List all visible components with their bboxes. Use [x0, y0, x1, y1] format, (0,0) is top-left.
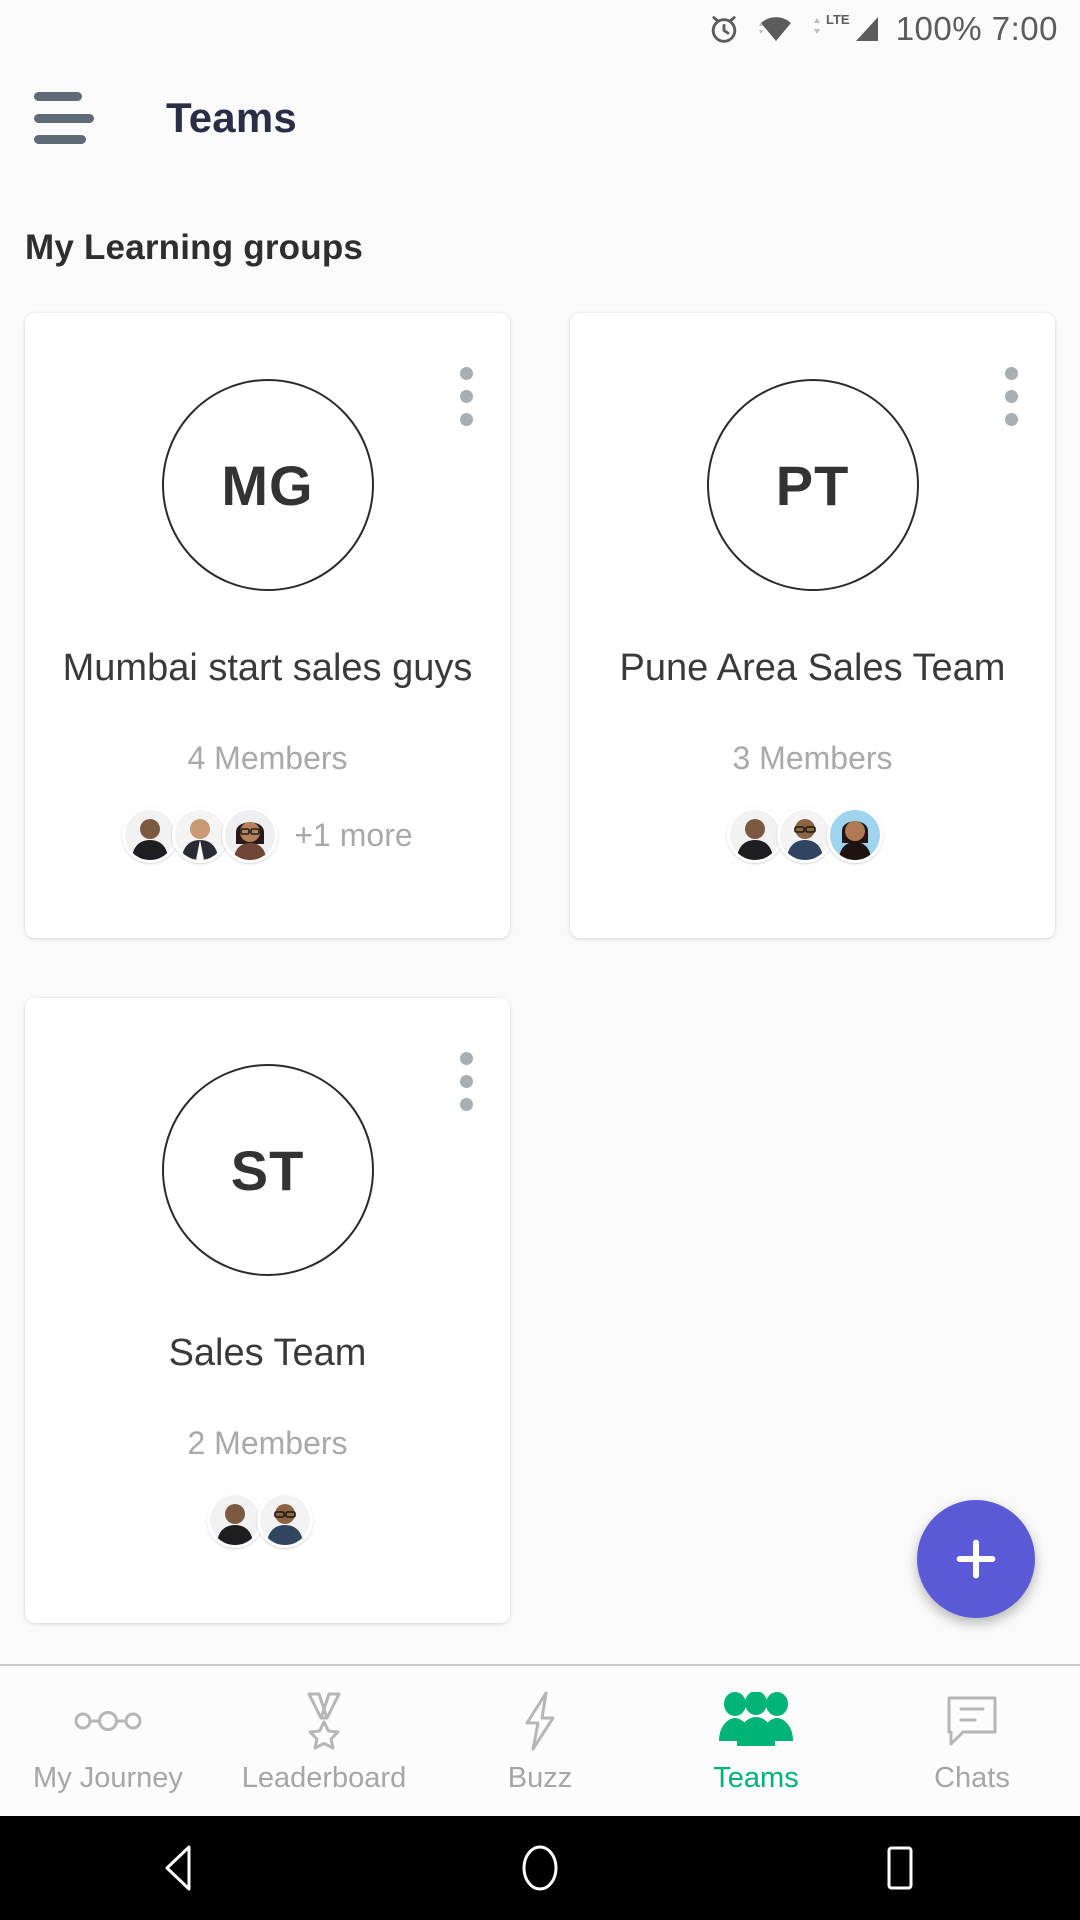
nav-label: My Journey [33, 1762, 183, 1794]
journey-path-icon [72, 1688, 144, 1754]
more-vertical-icon[interactable] [999, 361, 1018, 432]
nav-item-chats[interactable]: Chats [864, 1666, 1080, 1818]
member-count-label: 3 Members [732, 740, 893, 776]
nav-label: Leaderboard [241, 1762, 407, 1794]
android-system-nav [0, 1816, 1080, 1920]
lte-signal-icon: LTE [810, 9, 882, 49]
team-initials: ST [230, 1138, 305, 1202]
lightning-bolt-icon [518, 1688, 562, 1754]
chat-bubble-icon [943, 1688, 1001, 1754]
member-avatar [776, 807, 833, 863]
hamburger-menu-icon[interactable] [34, 92, 100, 144]
team-name: Sales Team [168, 1332, 367, 1374]
team-initials-avatar: PT [706, 379, 919, 591]
team-name: Mumbai start sales guys [62, 647, 473, 689]
bottom-navigation: My Journey Leaderboard Buzz Teams Chats [0, 1664, 1080, 1816]
more-vertical-icon[interactable] [454, 361, 473, 432]
member-avatar-row: +1 more [122, 807, 413, 863]
wifi-icon [756, 11, 796, 47]
team-card[interactable]: MG Mumbai start sales guys 4 Members +1 … [25, 313, 510, 938]
member-avatar [726, 807, 783, 863]
more-vertical-icon[interactable] [454, 1046, 473, 1117]
member-avatar [206, 1492, 263, 1548]
member-avatar [256, 1492, 313, 1548]
member-avatar-row [206, 1492, 329, 1548]
add-team-fab[interactable] [917, 1500, 1035, 1618]
team-card[interactable]: PT Pune Area Sales Team 3 Members [570, 313, 1055, 938]
team-initials: MG [221, 453, 314, 517]
member-avatar-row [726, 807, 899, 863]
back-triangle-icon[interactable] [90, 1816, 270, 1920]
medal-icon [297, 1688, 351, 1754]
member-avatar [122, 807, 179, 863]
member-count-label: 4 Members [187, 740, 348, 776]
nav-item-teams[interactable]: Teams [648, 1666, 864, 1818]
home-circle-icon[interactable] [450, 1816, 630, 1920]
team-initials-avatar: ST [161, 1064, 374, 1276]
member-avatar [172, 807, 229, 863]
member-avatar [826, 807, 883, 863]
team-name: Pune Area Sales Team [619, 647, 1006, 689]
nav-item-my-journey[interactable]: My Journey [0, 1666, 216, 1818]
nav-item-buzz[interactable]: Buzz [432, 1666, 648, 1818]
people-group-icon [717, 1688, 795, 1754]
team-card-grid: MG Mumbai start sales guys 4 Members +1 … [25, 313, 1055, 1623]
svg-text:LTE: LTE [826, 12, 850, 27]
nav-label: Chats [934, 1762, 1010, 1794]
status-bar: LTE 100% 7:00 [0, 0, 1080, 58]
team-initials: PT [775, 453, 850, 517]
recents-square-icon[interactable] [810, 1816, 990, 1920]
nav-item-leaderboard[interactable]: Leaderboard [216, 1666, 432, 1818]
section-heading: My Learning groups [25, 228, 364, 267]
status-bar-text: 100% 7:00 [895, 10, 1058, 47]
team-card[interactable]: ST Sales Team 2 Members [25, 998, 510, 1623]
nav-label: Teams [713, 1762, 799, 1794]
member-avatar [222, 807, 279, 863]
app-root: LTE 100% 7:00 Teams My Learning groups M… [0, 0, 1080, 1920]
team-initials-avatar: MG [161, 379, 374, 591]
alarm-clock-icon [706, 11, 742, 47]
page-title: Teams [166, 94, 297, 141]
app-header: Teams [0, 58, 1080, 178]
nav-label: Buzz [507, 1762, 573, 1794]
plus-icon [956, 1539, 996, 1579]
member-count-label: 2 Members [187, 1425, 348, 1461]
more-members-label: +1 more [294, 816, 413, 853]
